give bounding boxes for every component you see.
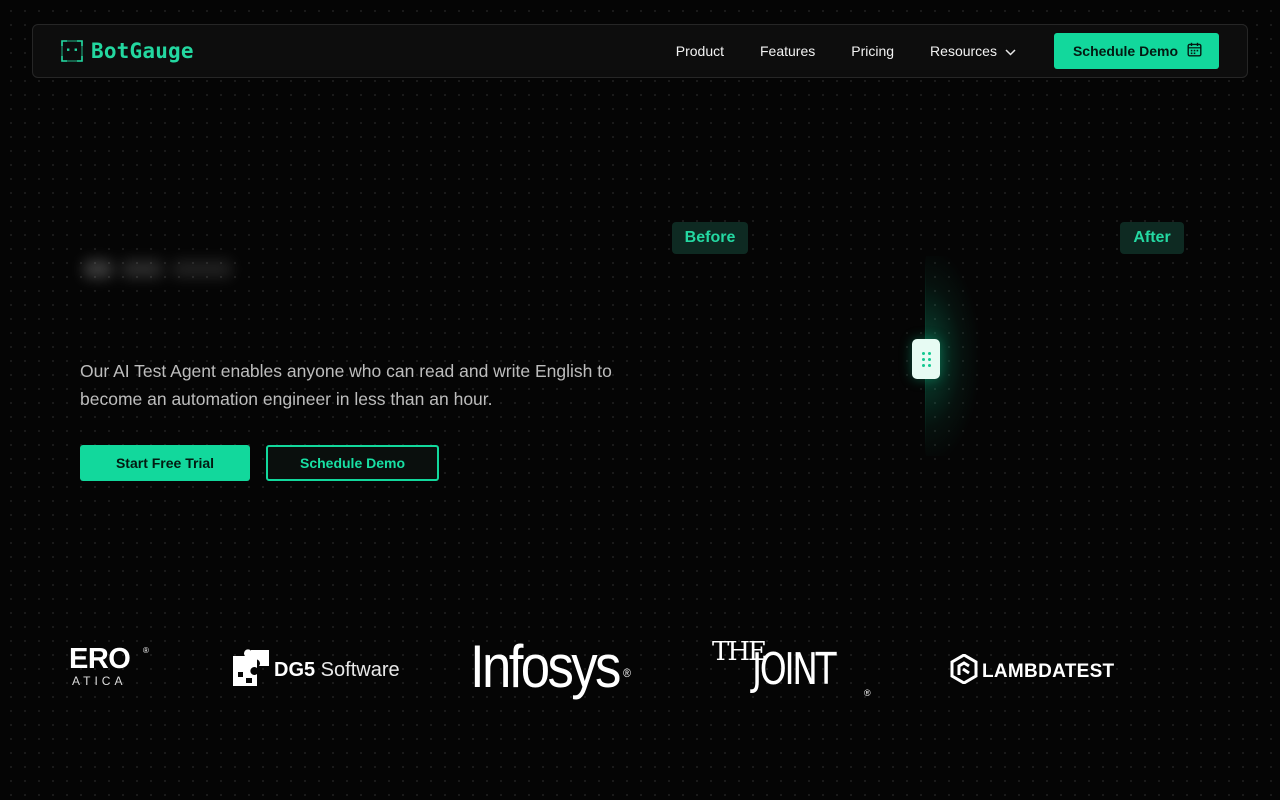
calendar-icon bbox=[1187, 42, 1202, 60]
nav-menu: Product Features Pricing Resources Sched… bbox=[676, 33, 1219, 69]
after-label: After bbox=[1120, 222, 1184, 254]
nav-link-product[interactable]: Product bbox=[676, 43, 724, 59]
nav-schedule-demo-button[interactable]: Schedule Demo bbox=[1053, 33, 1219, 69]
logo-lambdatest: LAMBDATEST bbox=[950, 653, 1115, 689]
hero-heading-placeholder bbox=[82, 254, 252, 284]
logo-dg5-rest: Software bbox=[315, 659, 400, 681]
bot-logo-icon bbox=[61, 40, 83, 62]
comparison-slider-handle[interactable] bbox=[912, 339, 940, 379]
brand-name: BotGauge bbox=[91, 39, 194, 63]
lambdatest-icon bbox=[950, 653, 978, 689]
logo-infosys: Infosys ® bbox=[470, 632, 631, 702]
navbar: BotGauge Product Features Pricing Resour… bbox=[32, 24, 1248, 78]
registered-mark: ® bbox=[864, 688, 871, 698]
logo-infosys-text: Infosys bbox=[470, 633, 621, 700]
nav-schedule-demo-label: Schedule Demo bbox=[1072, 43, 1178, 59]
logo-dg5-bold: DG5 bbox=[274, 659, 316, 681]
drag-handle-icon bbox=[921, 351, 931, 367]
start-free-trial-button[interactable]: Start Free Trial bbox=[80, 445, 250, 481]
nav-link-resources-label: Resources bbox=[930, 43, 997, 59]
nav-link-resources[interactable]: Resources bbox=[930, 43, 1016, 59]
registered-mark: ® bbox=[143, 646, 149, 655]
hero-description: Our AI Test Agent enables anyone who can… bbox=[80, 361, 612, 409]
before-label: Before bbox=[672, 222, 748, 254]
logo-zero: ERO ATICA ® bbox=[66, 644, 156, 694]
client-logos: ERO ATICA ® DG5 Software Infosys ® THE J… bbox=[0, 630, 1280, 710]
schedule-demo-button[interactable]: Schedule Demo bbox=[266, 445, 439, 481]
logo-lambdatest-text: LAMBDATEST bbox=[982, 660, 1115, 682]
chevron-down-icon bbox=[1005, 43, 1016, 59]
nav-link-pricing[interactable]: Pricing bbox=[851, 43, 894, 59]
puzzle-icon bbox=[231, 648, 271, 693]
logo-dg5-software: DG5 Software bbox=[231, 648, 400, 693]
brand[interactable]: BotGauge bbox=[61, 39, 194, 63]
logo-joint-main: JOINT bbox=[752, 644, 837, 695]
nav-link-features[interactable]: Features bbox=[760, 43, 815, 59]
logo-zero-subtext: ATICA bbox=[72, 674, 127, 688]
registered-mark: ® bbox=[623, 666, 631, 680]
